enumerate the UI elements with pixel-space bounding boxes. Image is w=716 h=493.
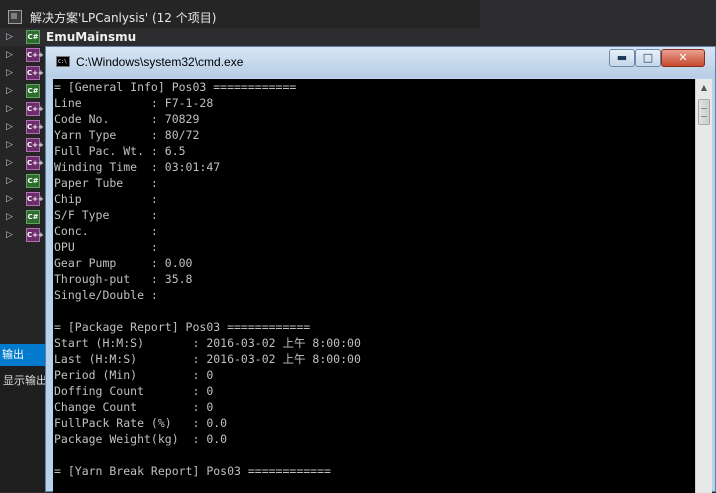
expand-arrow-icon[interactable]: ▷ — [6, 140, 14, 150]
cpp-project-icon: C++ — [26, 138, 44, 152]
console-line: Winding Time : 03:01:47 — [54, 160, 221, 174]
console-line: Full Pac. Wt. : 6.5 — [54, 144, 186, 158]
scroll-up-arrow-icon[interactable]: ▲ — [697, 80, 711, 96]
cpp-project-icon: C++ — [26, 66, 44, 80]
cpp-project-icon: C++ — [26, 48, 44, 62]
vertical-scrollbar[interactable]: ▲ — [695, 79, 712, 493]
cpp-project-icon: C++ — [26, 120, 44, 134]
output-tab[interactable]: 输出 — [0, 344, 48, 366]
console-line: Conc. : — [54, 224, 158, 238]
console-line: = [Package Report] Pos03 ============ — [54, 320, 311, 334]
expand-arrow-icon[interactable]: ▷ — [6, 212, 14, 222]
console-line: Last (H:M:S) : 2016-03-02 上午 8:00:00 — [54, 352, 361, 366]
console-line: Through-put : 35.8 — [54, 272, 193, 286]
console-line: Doffing Count : 0 — [54, 384, 214, 398]
expand-arrow-icon[interactable]: ▷ — [6, 104, 14, 114]
csharp-project-icon: C# — [26, 84, 40, 98]
minimize-button[interactable]: ▬ — [609, 49, 635, 67]
cmd-app-icon[interactable]: C:\ — [56, 56, 70, 67]
expand-arrow-icon[interactable]: ▷ — [6, 176, 14, 186]
console-line: S/F Type : — [54, 208, 158, 222]
console-line: Period (Min) : 0 — [54, 368, 214, 382]
scrollbar-thumb[interactable] — [698, 99, 710, 125]
solution-title: 解决方案'LPCanlysis' (12 个项目) — [30, 10, 217, 25]
console-line: Single/Double : — [54, 288, 158, 302]
solution-icon — [8, 10, 22, 24]
expand-arrow-icon[interactable]: ▷ — [6, 158, 14, 168]
console-line: Package Weight(kg) : 0.0 — [54, 432, 228, 446]
csharp-project-icon: C# — [26, 210, 40, 224]
cpp-project-icon: C++ — [26, 228, 44, 242]
expand-arrow-icon[interactable]: ▷ — [6, 230, 14, 240]
console-line: Chip : — [54, 192, 158, 206]
console-line: Code No. : 70829 — [54, 112, 200, 126]
csharp-project-icon: C# — [26, 30, 40, 44]
console-line: OPU : — [54, 240, 158, 254]
console-line: FullPack Rate (%) : 0.0 — [54, 416, 228, 430]
console-output[interactable]: = [General Info] Pos03 ============ Line … — [53, 79, 695, 493]
console-line: = [General Info] Pos03 ============ — [54, 80, 297, 94]
console-line: Yarn Type : 80/72 — [54, 128, 200, 142]
expand-arrow-icon[interactable]: ▷ — [6, 86, 14, 96]
expand-arrow-icon[interactable]: ▷ — [6, 32, 14, 42]
csharp-project-icon: C# — [26, 174, 40, 188]
console-line: Line : F7-1-28 — [54, 96, 214, 110]
console-line: Start (H:M:S) : 2016-03-02 上午 8:00:00 — [54, 336, 361, 350]
cpp-project-icon: C++ — [26, 192, 44, 206]
expand-arrow-icon[interactable]: ▷ — [6, 122, 14, 132]
cmd-window-title: C:\Windows\system32\cmd.exe — [76, 55, 244, 69]
cmd-titlebar[interactable]: C:\ C:\Windows\system32\cmd.exe ▬ □ ✕ — [46, 47, 715, 77]
console-line: Gear Pump : 0.00 — [54, 256, 193, 270]
console-line: Paper Tube : — [54, 176, 158, 190]
close-button[interactable]: ✕ — [661, 49, 705, 67]
solution-root-node[interactable]: 解决方案'LPCanlysis' (12 个项目) — [0, 6, 480, 28]
expand-arrow-icon[interactable]: ▷ — [6, 50, 14, 60]
show-output-label: 显示输出 — [3, 374, 47, 387]
maximize-button[interactable]: □ — [635, 49, 661, 67]
cpp-project-icon: C++ — [26, 156, 44, 170]
expand-arrow-icon[interactable]: ▷ — [6, 68, 14, 78]
console-line: = [Yarn Break Report] Pos03 ============ — [54, 464, 331, 478]
cpp-project-icon: C++ — [26, 102, 44, 116]
vs-background-strip — [480, 0, 716, 48]
expand-arrow-icon[interactable]: ▷ — [6, 194, 14, 204]
cmd-window[interactable]: C:\ C:\Windows\system32\cmd.exe ▬ □ ✕ = … — [45, 46, 716, 493]
project-name-emumainsmu[interactable]: EmuMainsmu — [46, 30, 136, 44]
console-line: Change Count : 0 — [54, 400, 214, 414]
